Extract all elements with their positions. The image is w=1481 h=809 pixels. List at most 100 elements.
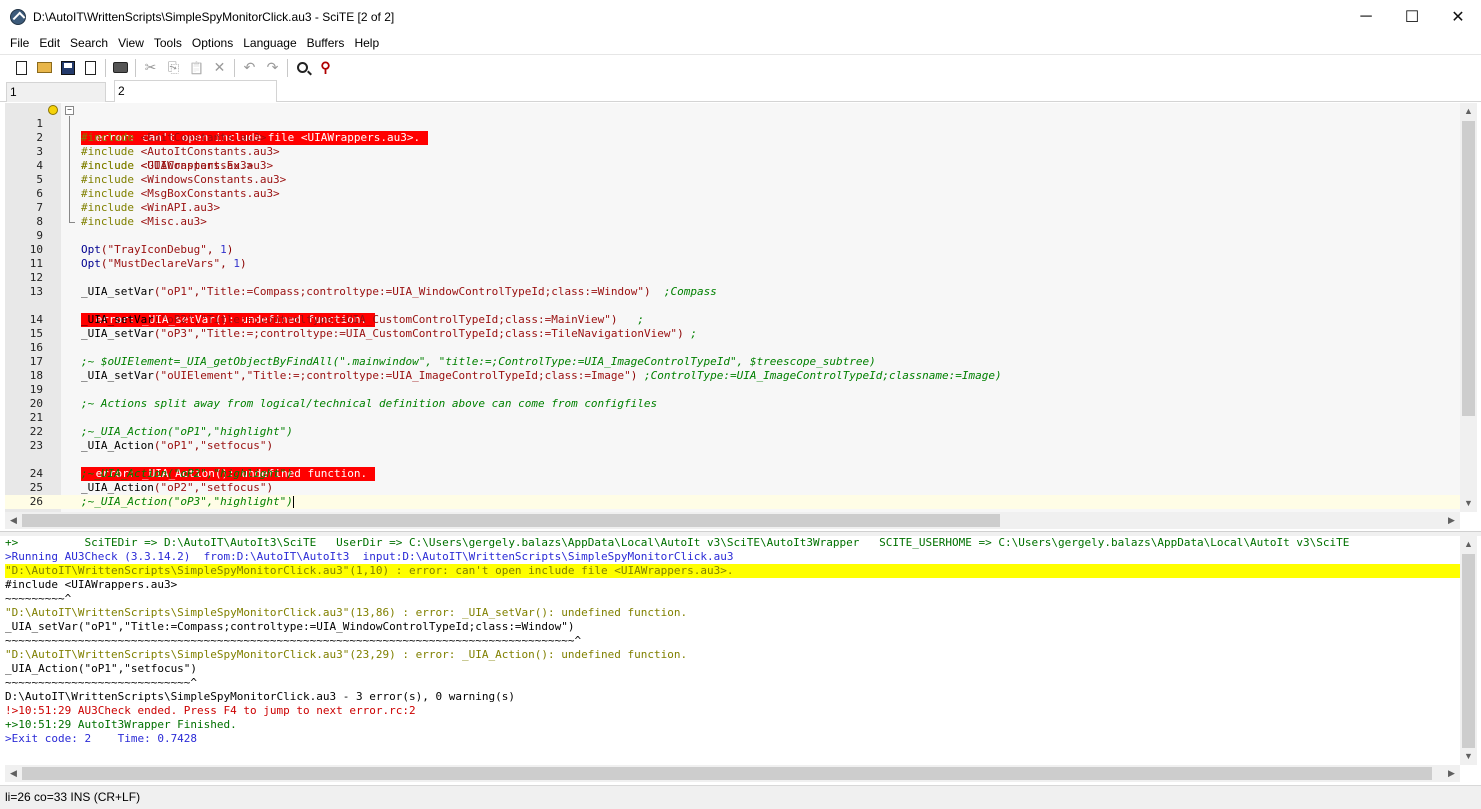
editor-vertical-scrollbar[interactable]: ▲ ▼ [1460, 103, 1477, 512]
code-line[interactable]: 10 Opt("TrayIconDebug", 1) [5, 243, 1460, 257]
menu-edit[interactable]: Edit [34, 33, 65, 54]
open-file-button[interactable] [33, 57, 56, 79]
new-file-button[interactable] [10, 57, 33, 79]
menu-buffers[interactable]: Buffers [302, 33, 350, 54]
redo-button[interactable]: ↷ [261, 57, 284, 79]
output-line[interactable]: "D:\AutoIT\WrittenScripts\SimpleSpyMonit… [5, 648, 1460, 662]
output-line[interactable]: "D:\AutoIT\WrittenScripts\SimpleSpyMonit… [5, 606, 1460, 620]
menu-file[interactable]: File [5, 33, 34, 54]
minimize-button[interactable]: ─ [1343, 0, 1389, 33]
minimize-icon: ─ [1360, 7, 1372, 25]
replace-button[interactable]: ⚲ [314, 57, 337, 79]
fold-toggle-icon[interactable]: − [65, 106, 74, 115]
output-horizontal-scrollbar[interactable]: ◀ ▶ [5, 765, 1460, 782]
menu-search[interactable]: Search [65, 33, 113, 54]
line-text: #include <GUIConstantsEx.au3> [81, 159, 273, 173]
find-button[interactable] [291, 57, 314, 79]
scroll-up-icon[interactable]: ▲ [1460, 103, 1477, 120]
code-line[interactable]: 5 #include <WindowsConstants.au3> [5, 173, 1460, 187]
save-icon [60, 60, 75, 75]
menu-language[interactable]: Language [238, 33, 301, 54]
scroll-down-icon[interactable]: ▼ [1460, 748, 1477, 765]
code-line[interactable]: 23 _UIA_Action("oP1","setfocus") [5, 439, 1460, 453]
delete-button[interactable]: ✕ [208, 57, 231, 79]
code-line[interactable]: 13 _UIA_setVar("oP1","Title:=Compass;cont… [5, 285, 1460, 299]
code-line[interactable]: 9 [5, 229, 1460, 243]
scroll-down-icon[interactable]: ▼ [1460, 495, 1477, 512]
code-line[interactable]: 12 [5, 271, 1460, 285]
code-token: , [206, 243, 221, 256]
scroll-left-icon[interactable]: ◀ [5, 765, 22, 782]
code-line[interactable]: 4 #include <GUIConstantsEx.au3> [5, 159, 1460, 173]
code-line[interactable]: 20 ;~ Actions split away from logical/tec… [5, 397, 1460, 411]
menu-tools[interactable]: Tools [149, 33, 187, 54]
code-line[interactable]: 1 − #include <UIAWrappers.au3> [5, 103, 1460, 172]
output-line: +>10:51:29 AutoIt3Wrapper Finished. [5, 718, 237, 731]
code-token: "oP2" [160, 313, 194, 326]
tab-simplespymonitorclick[interactable]: 2 SimpleSpyMonitorClick.au3 [114, 80, 277, 118]
tab-sciteconfig[interactable]: 1 SciteConfig.au3 [6, 82, 106, 117]
code-line[interactable]: 14 _UIA_setVar("oP2","Title:=;controltype… [5, 313, 1460, 327]
scroll-right-icon[interactable]: ▶ [1443, 512, 1460, 529]
code-line[interactable]: 6 #include <MsgBoxConstants.au3> [5, 187, 1460, 201]
menu-help[interactable]: Help [349, 33, 384, 54]
code-token: ( [100, 257, 108, 270]
output-line[interactable]: "D:\AutoIT\WrittenScripts\SimpleSpyMonit… [5, 564, 1460, 578]
print-button[interactable] [109, 57, 132, 79]
output-hscroll-thumb[interactable] [22, 767, 1432, 780]
output-scroll-thumb[interactable] [1462, 554, 1475, 748]
code-line[interactable]: 8 #include <Misc.au3> [5, 215, 1460, 229]
output-vertical-scrollbar[interactable]: ▲ ▼ [1460, 536, 1477, 765]
maximize-button[interactable]: ☐ [1389, 0, 1435, 33]
undo-button[interactable]: ↶ [238, 57, 261, 79]
cut-button[interactable]: ✂ [139, 57, 162, 79]
output-line: >Exit code: 2 Time: 0.7428 [5, 732, 198, 745]
code-line[interactable]: 2 #include <EditConstants.au3> [5, 131, 1460, 145]
editor-hscroll-thumb[interactable] [22, 514, 1000, 527]
line-number: 7 [36, 201, 43, 214]
output-line: ~~~~~~~~~~~~~~~~~~~~~~~~~~~~^ [5, 676, 198, 689]
scite-app-icon[interactable] [10, 9, 26, 25]
menu-view[interactable]: View [113, 33, 149, 54]
scroll-right-icon[interactable]: ▶ [1443, 765, 1460, 782]
code-line[interactable]: 19 [5, 383, 1460, 397]
code-token: ) [610, 313, 638, 326]
title-bar: D:\AutoIT\WrittenScripts\SimpleSpyMonito… [0, 0, 1481, 33]
toolbar: ✂ ⎘ 📋 ✕ ↶ ↷ ⚲ [0, 54, 1481, 80]
scroll-left-icon[interactable]: ◀ [5, 512, 22, 529]
line-text: _UIA_Action("oP2","setfocus") [81, 481, 273, 495]
editor-scroll-thumb[interactable] [1462, 121, 1475, 416]
code-token: <AutoItConstants.au3> [140, 145, 280, 158]
delete-icon: ✕ [213, 59, 226, 75]
paste-button[interactable]: 📋 [185, 57, 208, 79]
save-file-button[interactable] [56, 57, 79, 79]
code-line[interactable]: 24 ;~_UIA_Action("oP2","highlight") [5, 467, 1460, 481]
code-line[interactable]: 21 [5, 411, 1460, 425]
code-line-current[interactable]: 26 ;~_UIA_Action("oP3","highlight") [5, 495, 1460, 509]
code-line[interactable]: 11 Opt("MustDeclareVars", 1) [5, 257, 1460, 271]
code-line[interactable]: 25 _UIA_Action("oP2","setfocus") [5, 481, 1460, 495]
find-icon [297, 62, 308, 73]
editor-horizontal-scrollbar[interactable]: ◀ ▶ [5, 512, 1460, 529]
copy-button[interactable]: ⎘ [162, 57, 185, 79]
code-token: _UIA_Action [81, 439, 154, 452]
code-line[interactable]: 3 #include <AutoItConstants.au3> [5, 145, 1460, 159]
code-line[interactable]: 15 _UIA_setVar("oP3","Title:=;controltype… [5, 327, 1460, 341]
code-line[interactable]: 22 ;~_UIA_Action("oP1","highlight") [5, 425, 1460, 439]
code-line[interactable]: 18 _UIA_setVar("oUIElement","Title:=;cont… [5, 369, 1460, 383]
line-number: 14 [29, 313, 43, 326]
line-number: 8 [36, 215, 43, 228]
code-token: #include [81, 201, 141, 214]
code-line[interactable]: 17 ;~ $oUIElement=_UIA_getObjectByFindAll… [5, 355, 1460, 369]
code-editor[interactable]: 1 − #include <UIAWrappers.au3> error: ca… [5, 103, 1460, 512]
line-text: #include <MsgBoxConstants.au3> [81, 187, 280, 201]
code-token: ) [630, 369, 644, 382]
scroll-up-icon[interactable]: ▲ [1460, 536, 1477, 553]
close-file-button[interactable] [79, 57, 102, 79]
code-line[interactable]: 16 [5, 341, 1460, 355]
close-button[interactable]: ✕ [1435, 0, 1481, 33]
code-token: , [239, 369, 247, 382]
code-line[interactable]: 7 #include <WinAPI.au3> [5, 201, 1460, 215]
output-pane[interactable]: +> SciTEDir => D:\AutoIT\AutoIt3\SciTE U… [5, 536, 1460, 765]
menu-options[interactable]: Options [187, 33, 238, 54]
